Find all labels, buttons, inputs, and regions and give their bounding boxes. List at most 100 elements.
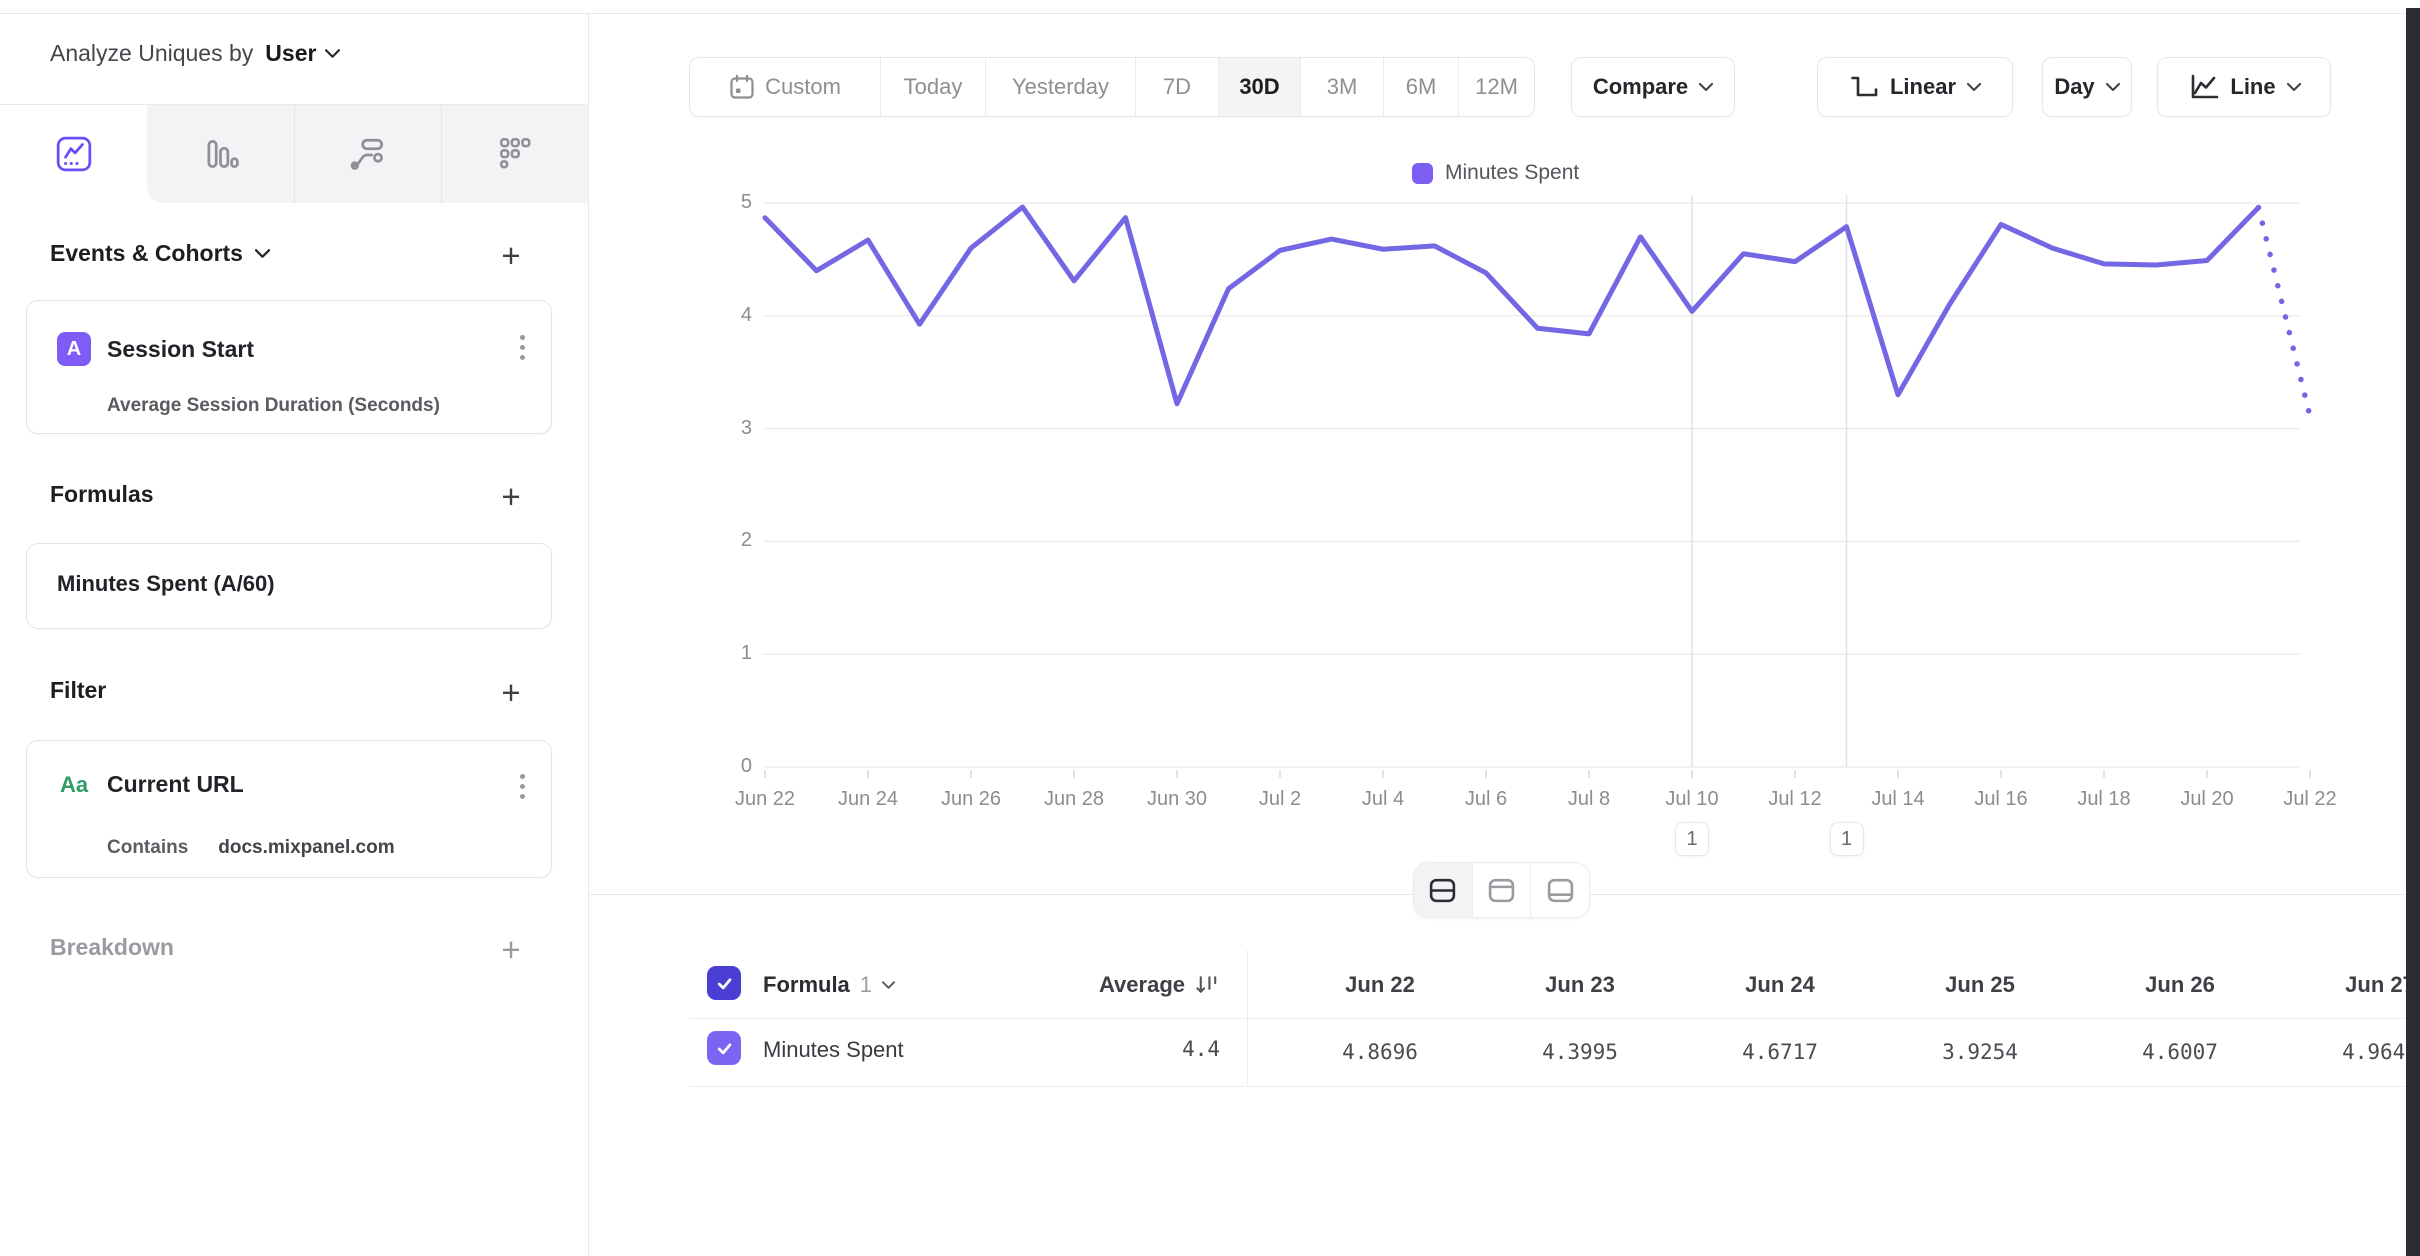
table-row-border [689,1086,2406,1087]
tab-bar-chart[interactable] [147,105,294,203]
date-column-header[interactable]: Jun 24 [1680,952,1880,1018]
time-range-custom[interactable]: Custom [690,58,881,116]
chevron-down-icon [882,981,895,989]
tab-insights-line[interactable] [0,105,147,203]
filter-card[interactable]: Aa Current URL Contains docs.mixpanel.co… [26,740,552,878]
time-range-today[interactable]: Today [881,58,986,116]
x-axis-tick: Jul 16 [1956,788,2046,811]
x-axis-tick: Jun 24 [823,788,913,811]
date-column-header[interactable]: Jun 23 [1480,952,1680,1018]
breakdown-heading: Breakdown [50,934,174,961]
formula-card[interactable]: Minutes Spent (A/60) [26,543,552,629]
filter-value[interactable]: docs.mixpanel.com [218,837,394,859]
average-value: 4.4 [1085,1037,1220,1061]
analyze-uniques-label: Analyze Uniques by [50,40,253,67]
layout-split-view-button[interactable] [1414,863,1473,917]
x-axis-tick: Jul 20 [2162,788,2252,811]
analyze-uniques-control[interactable]: Analyze Uniques by User [50,40,340,67]
add-breakdown-button[interactable]: + [494,933,528,967]
filter-kebab-menu[interactable] [520,774,525,799]
legend-series-label: Minutes Spent [1445,161,1579,185]
date-column-header[interactable]: Jun 26 [2080,952,2280,1018]
x-axis-tick: Jul 2 [1235,788,1325,811]
tab-flows[interactable] [294,105,441,203]
date-column-value: 4.8696 [1280,1018,1480,1086]
date-column-value: 4.6007 [2080,1018,2280,1086]
layout-chart-only-button[interactable] [1473,863,1532,917]
date-column-values: 4.86964.39954.67173.92544.60074.9640 [1280,1018,2420,1086]
annotation-badge-jul-10[interactable]: 1 [1675,822,1709,856]
y-axis-tick: 0 [692,755,752,778]
bottom-panel-icon [1546,876,1575,905]
time-range-3m[interactable]: 3M [1301,58,1384,116]
visualization-tabs [0,104,588,203]
time-range-6m[interactable]: 6M [1384,58,1459,116]
time-range-selector: CustomTodayYesterday7D30D3M6M12M [689,57,1535,117]
analyze-uniques-value[interactable]: User [265,40,340,67]
series-row-label[interactable]: Minutes Spent [763,1037,904,1063]
date-column-value: 4.6717 [1680,1018,1880,1086]
x-axis-tick: Jun 28 [1029,788,1119,811]
check-icon [715,1039,734,1058]
filter-operator[interactable]: Contains [107,837,188,859]
linear-axis-icon [1849,74,1879,100]
date-column-header[interactable]: Jun 27 [2280,952,2420,1018]
time-range-30d[interactable]: 30D [1219,58,1301,116]
sort-icon [1195,974,1220,996]
annotation-badge-jul-13[interactable]: 1 [1830,822,1864,856]
top-panel-icon [1487,876,1516,905]
tab-retention[interactable] [441,105,588,203]
chevron-down-icon [325,49,340,58]
date-column-value: 4.9640 [2280,1018,2420,1086]
chevron-down-icon [2287,83,2301,91]
granularity-button[interactable]: Day [2042,57,2132,117]
date-column-header[interactable]: Jun 25 [1880,952,2080,1018]
y-axis-tick: 1 [692,642,752,665]
chart-legend[interactable]: Minutes Spent [1412,161,1579,185]
add-filter-button[interactable]: + [494,676,528,710]
time-range-7d[interactable]: 7D [1136,58,1219,116]
select-all-checkbox[interactable] [707,966,741,1000]
chevron-down-icon [2106,83,2120,91]
flows-tab-icon [349,135,387,173]
average-column-header[interactable]: Average [1085,972,1220,998]
calendar-icon [729,74,755,100]
event-name[interactable]: Session Start [107,336,254,363]
event-aggregation[interactable]: Average Session Duration (Seconds) [107,395,440,417]
x-axis-tick: Jul 14 [1853,788,1943,811]
x-axis-tick: Jul 18 [2059,788,2149,811]
line-chart-icon [2187,73,2219,101]
date-column-header[interactable]: Jun 22 [1280,952,1480,1018]
sidebar-divider [588,13,589,1256]
bar-chart-tab-icon [202,135,240,173]
formula-name[interactable]: Minutes Spent (A/60) [57,571,275,597]
filter-property-name[interactable]: Current URL [107,771,244,798]
formula-group-header[interactable]: Formula 1 [763,972,895,998]
check-icon [715,974,734,993]
y-axis-tick: 5 [692,191,752,214]
event-kebab-menu[interactable] [520,335,525,360]
row-checkbox[interactable] [707,1031,741,1065]
event-card[interactable]: A Session Start Average Session Duration… [26,300,552,434]
chevron-down-icon [1699,83,1713,91]
time-range-yesterday[interactable]: Yesterday [986,58,1136,116]
compare-button[interactable]: Compare [1571,57,1735,117]
y-axis-tick: 2 [692,529,752,552]
add-event-button[interactable]: + [494,239,528,273]
chevron-down-icon [1967,83,1981,91]
time-range-12m[interactable]: 12M [1459,58,1534,116]
x-axis-tick: Jun 22 [720,788,810,811]
add-formula-button[interactable]: + [494,480,528,514]
x-axis-tick: Jul 22 [2265,788,2355,811]
window-scrollbar[interactable] [2406,8,2420,1256]
split-view-icon [1428,876,1457,905]
line-chart-tab-icon [55,135,93,173]
axis-scale-button[interactable]: Linear [1817,57,2013,117]
events-cohorts-heading[interactable]: Events & Cohorts [50,240,270,267]
chart-type-button[interactable]: Line [2157,57,2331,117]
x-axis-tick: Jul 6 [1441,788,1531,811]
layout-table-only-button[interactable] [1531,863,1589,917]
formulas-heading: Formulas [50,481,154,508]
filter-heading: Filter [50,677,106,704]
top-divider [0,13,2420,14]
